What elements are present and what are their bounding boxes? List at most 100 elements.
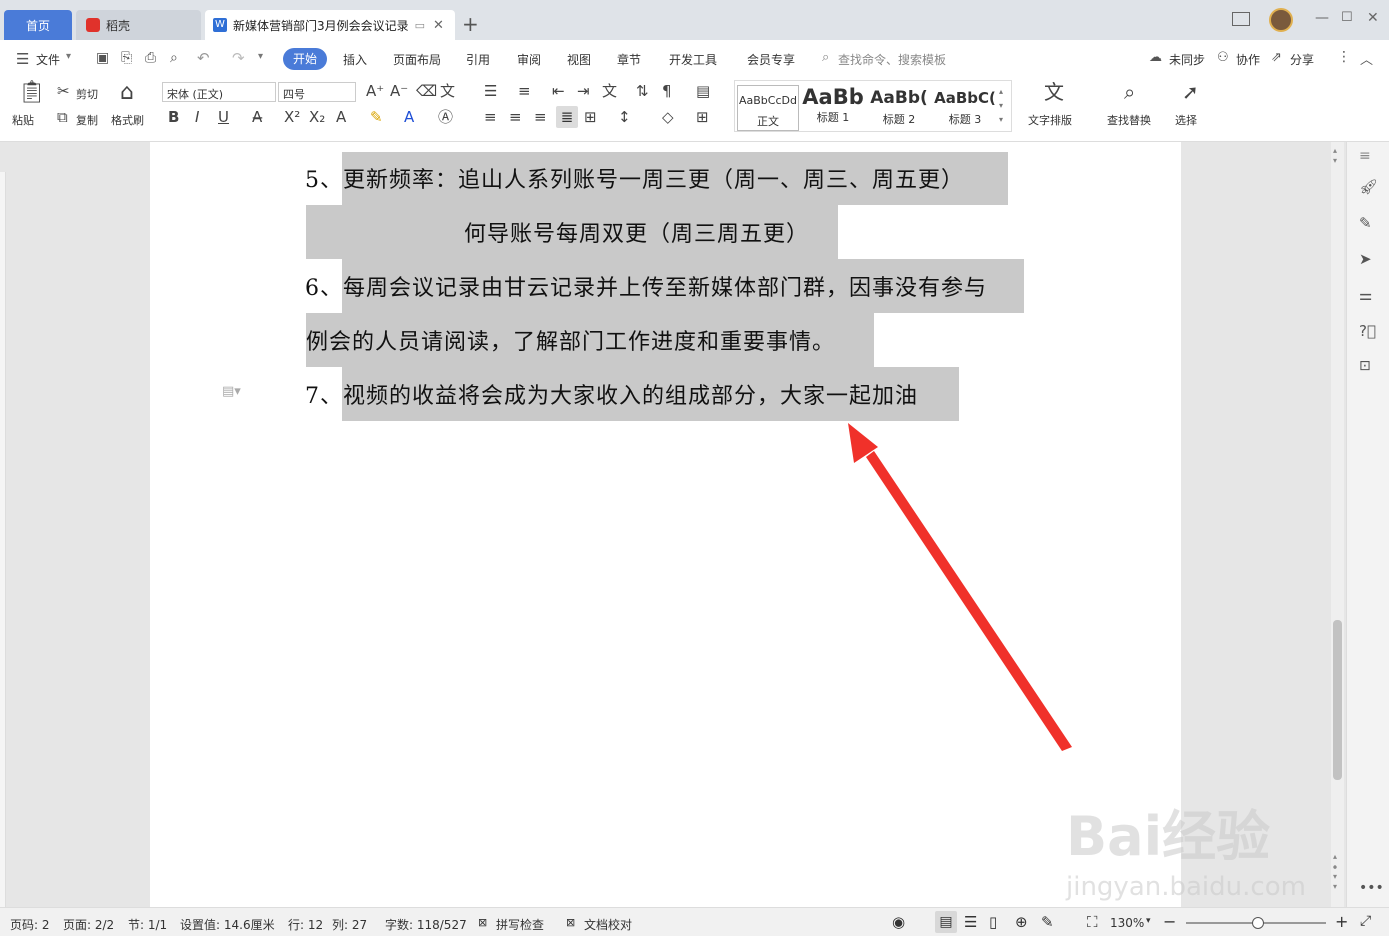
share-button[interactable]: 分享 <box>1290 51 1314 68</box>
redo-icon[interactable]: ↷ <box>232 49 245 67</box>
align-center-icon[interactable]: ≡ <box>509 110 522 125</box>
zoom-out-button[interactable]: − <box>1163 912 1176 931</box>
tab-start[interactable]: 开始 <box>283 48 327 70</box>
style-scroll-icon[interactable]: ▴ ▾ ▾ <box>999 85 1003 127</box>
close-window-button[interactable]: ✕ <box>1367 10 1379 26</box>
status-column[interactable]: 列: 27 <box>332 916 367 933</box>
translate-icon[interactable]: ⊡ <box>1359 358 1371 374</box>
reading-view-icon[interactable]: ▯ <box>989 913 997 931</box>
status-setting[interactable]: 设置值: 14.6厘米 <box>180 916 275 933</box>
page-view-button[interactable]: ▤ <box>935 911 957 933</box>
chinese-layout-icon[interactable]: 文 <box>602 84 617 99</box>
eye-protect-icon[interactable]: ◉ <box>892 913 905 931</box>
proofread-button[interactable]: 文档校对 <box>584 916 632 933</box>
tab-developer[interactable]: 开发工具 <box>669 51 717 68</box>
spell-check-button[interactable]: 拼写检查 <box>496 916 544 933</box>
write-view-icon[interactable]: ✎ <box>1041 913 1054 931</box>
more-menu-icon[interactable]: ⋮ <box>1337 49 1351 65</box>
new-tab-button[interactable]: + <box>462 12 479 36</box>
tab-member[interactable]: 会员专享 <box>747 51 795 68</box>
command-search[interactable]: 查找命令、搜索模板 <box>838 51 946 68</box>
find-replace-icon[interactable]: ⌕ <box>1124 82 1135 102</box>
avatar[interactable] <box>1269 8 1293 32</box>
undo-icon[interactable]: ↶ <box>197 49 210 67</box>
tab-page-layout[interactable]: 页面布局 <box>393 51 441 68</box>
line-spacing-icon[interactable]: ↕ <box>618 110 631 125</box>
sort-icon[interactable]: ⇅ <box>636 84 649 99</box>
collab-button[interactable]: 协作 <box>1236 51 1260 68</box>
tab-view[interactable]: 视图 <box>567 51 591 68</box>
close-tab-icon[interactable]: ✕ <box>433 18 444 33</box>
borders-icon[interactable]: ⊞ <box>696 110 709 125</box>
number-list-icon[interactable]: ≡ <box>518 84 531 99</box>
tab-document[interactable]: W 新媒体营销部门3月例会会议记录 ▭ ✕ <box>205 10 455 40</box>
distribute-icon[interactable]: ⊞ <box>584 110 597 125</box>
document-page[interactable]: 5、更新频率：追山人系列账号一周三更（周一、周三、周五更） 何导账号每周双更（周… <box>150 142 1306 907</box>
char-border-icon[interactable]: Ⓐ <box>438 110 453 125</box>
window-layout-icon[interactable] <box>1232 12 1250 26</box>
format-painter-label[interactable]: 格式刷 <box>111 112 144 128</box>
scroll-up-icon[interactable]: ▴ ▾ <box>1333 146 1337 166</box>
scroll-down-icon[interactable]: ▴ ⦁ ▾ ▾ <box>1333 852 1337 892</box>
paste-label[interactable]: 粘贴 <box>12 112 34 128</box>
collapse-ribbon-icon[interactable]: ︿ <box>1360 49 1373 68</box>
align-right-icon[interactable]: ≡ <box>534 110 547 125</box>
superscript-icon[interactable]: X² <box>284 110 300 125</box>
show-marks-icon[interactable]: ¶ <box>662 84 672 99</box>
status-section[interactable]: 节: 1/1 <box>128 916 167 933</box>
print-icon[interactable]: ⎙ <box>145 50 156 66</box>
fullscreen-icon[interactable]: ⤢ <box>1360 913 1371 929</box>
status-page-number[interactable]: 页码: 2 <box>10 916 50 933</box>
tab-review[interactable]: 审阅 <box>517 51 541 68</box>
hamburger-icon[interactable]: ☰ <box>16 50 29 68</box>
select-cursor-icon[interactable]: ➚ <box>1182 82 1199 102</box>
zoom-slider-handle[interactable] <box>1252 917 1264 929</box>
tab-daoke[interactable]: 稻壳 <box>76 10 201 40</box>
style-normal[interactable]: AaBbCcDd 正文 <box>737 85 799 131</box>
print-preview-icon[interactable]: ⌕ <box>170 50 178 66</box>
vertical-scrollbar[interactable]: ▴ ▾ ▴ ⦁ ▾ ▾ <box>1331 142 1344 907</box>
status-pages[interactable]: 页面: 2/2 <box>63 916 114 933</box>
cut-label[interactable]: 剪切 <box>76 86 98 102</box>
shrink-font-icon[interactable]: A⁻ <box>390 84 408 99</box>
select-label[interactable]: 选择 <box>1175 112 1197 128</box>
subscript-icon[interactable]: X₂ <box>309 110 325 125</box>
tab-references[interactable]: 引用 <box>466 51 490 68</box>
sliders-icon[interactable]: ⚌ <box>1359 286 1372 304</box>
zoom-level[interactable]: 130% <box>1110 916 1144 930</box>
strikethrough-icon[interactable]: A̶ <box>252 110 262 125</box>
tab-insert[interactable]: 插入 <box>343 51 367 68</box>
find-replace-label[interactable]: 查找替换 <box>1107 112 1151 128</box>
style-heading-2[interactable]: AaBb( 标题 2 <box>867 85 931 131</box>
pen-icon[interactable]: ✎ <box>1359 214 1372 232</box>
text-layout-label[interactable]: 文字排版 <box>1028 112 1072 128</box>
bold-icon[interactable]: B <box>168 110 179 125</box>
text-layout-icon[interactable]: 文 <box>1044 82 1064 102</box>
increase-indent-icon[interactable]: ⇥ <box>577 84 590 99</box>
zoom-slider[interactable] <box>1186 917 1326 929</box>
format-painter-icon[interactable]: ⌂ <box>120 82 134 104</box>
save-icon[interactable]: ▣ <box>96 50 109 66</box>
file-menu[interactable]: 文件 <box>36 51 60 68</box>
scissors-icon[interactable]: ✂ <box>57 84 70 99</box>
minimize-button[interactable]: — <box>1315 10 1329 26</box>
scrollbar-thumb[interactable] <box>1333 620 1342 780</box>
fit-page-icon[interactable]: ⛶ <box>1087 913 1098 931</box>
text-effect-icon[interactable]: A <box>336 110 346 125</box>
status-row[interactable]: 行: 12 <box>288 916 323 933</box>
phonetic-icon[interactable]: 文 <box>440 84 455 99</box>
sync-status[interactable]: 未同步 <box>1169 51 1205 68</box>
status-word-count[interactable]: 字数: 118/527 <box>385 916 467 933</box>
zoom-dropdown-icon[interactable]: ▾ <box>1146 916 1151 926</box>
more-quick-icon[interactable]: ▾ <box>258 51 263 62</box>
ruler-icon[interactable]: ▤ <box>696 84 710 99</box>
copy-label[interactable]: 复制 <box>76 112 98 128</box>
style-heading-1[interactable]: AaBb 标题 1 <box>801 85 865 131</box>
font-color-icon[interactable]: A <box>404 110 414 125</box>
justify-button[interactable]: ≣ <box>556 106 578 128</box>
cursor-icon[interactable]: ➤ <box>1359 250 1372 268</box>
highlight-icon[interactable]: ✎ <box>370 110 383 125</box>
paragraph-menu-icon[interactable]: ▤▾ <box>222 384 241 399</box>
panel-menu-icon[interactable]: ≡ <box>1359 148 1371 164</box>
grow-font-icon[interactable]: A⁺ <box>366 84 384 99</box>
